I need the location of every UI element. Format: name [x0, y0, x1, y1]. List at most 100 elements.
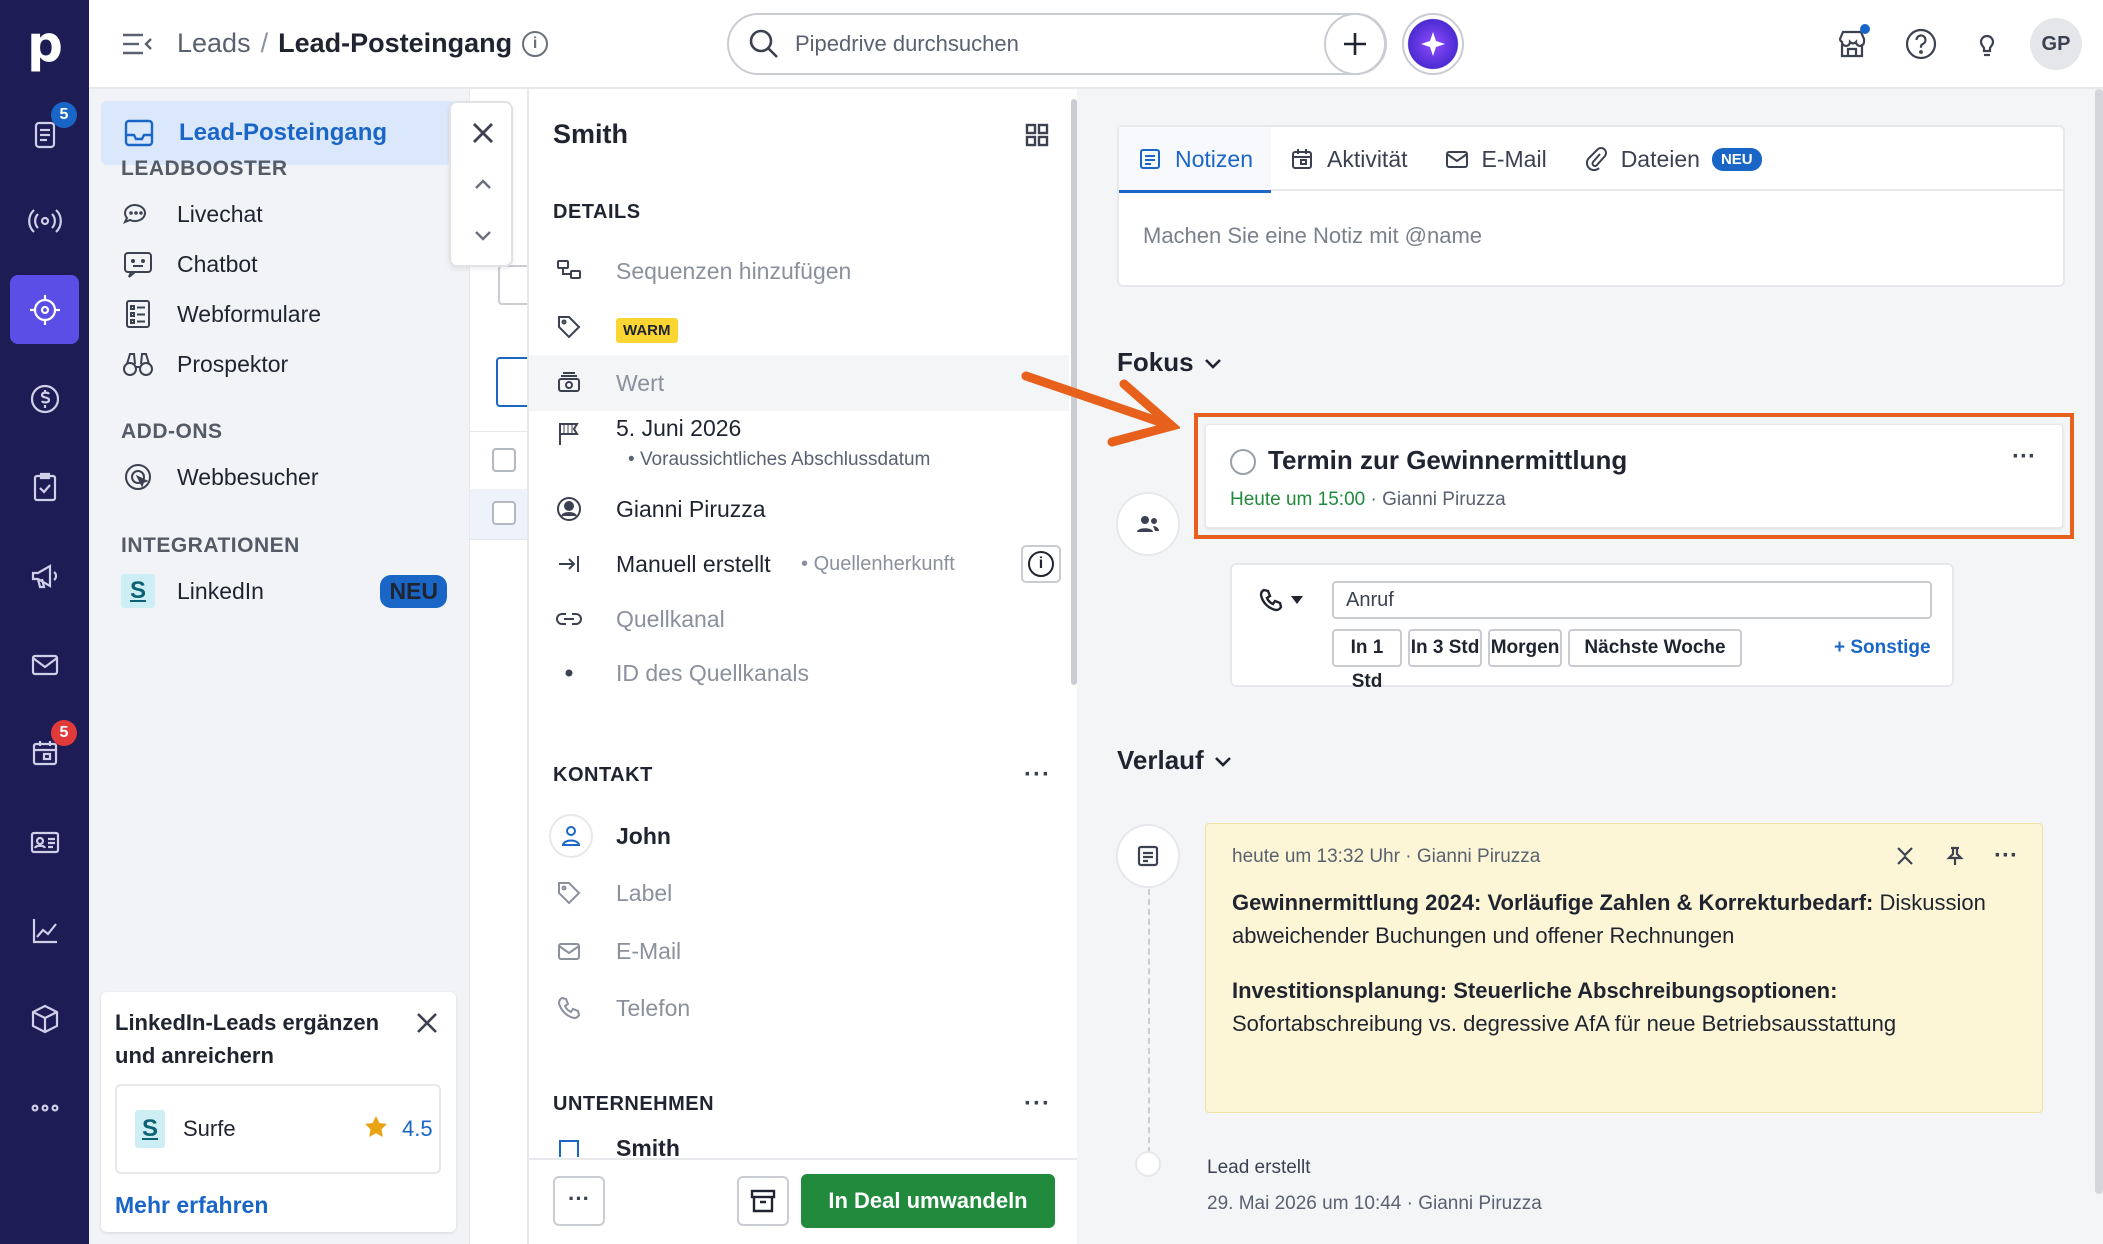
main-scrollbar[interactable] [2095, 89, 2103, 1194]
search-input[interactable] [795, 31, 1355, 57]
history-heading[interactable]: Verlauf [1117, 745, 1234, 776]
tips-button[interactable] [1965, 22, 2009, 66]
tab-email[interactable]: E-Mail [1426, 127, 1565, 191]
company-row[interactable]: Smith [529, 1139, 1069, 1157]
sidebar-item-label: LinkedIn [177, 577, 264, 604]
sequences-row[interactable]: Sequenzen hinzufügen [529, 243, 1069, 299]
tab-notes[interactable]: Notizen [1119, 127, 1271, 193]
quick-add-button[interactable] [1324, 13, 1386, 75]
contact-more-button[interactable]: ··· [1024, 761, 1051, 789]
section-integrations: INTEGRATIONEN [121, 534, 300, 557]
rail-campaigns[interactable] [10, 541, 79, 610]
schedule-next-week-button[interactable]: Nächste Woche [1568, 629, 1742, 667]
schedule-other-button[interactable]: + Sonstige [1834, 629, 1931, 667]
rail-mail[interactable] [10, 630, 79, 699]
global-search[interactable] [727, 13, 1387, 75]
sidebar-item-web-visitors[interactable]: Webbesucher [121, 457, 319, 497]
user-avatar[interactable]: GP [2030, 18, 2082, 70]
source-info-button[interactable]: i [1021, 545, 1061, 583]
sidebar-item-chatbot[interactable]: Chatbot [121, 244, 258, 284]
rail-more[interactable] [10, 1073, 79, 1142]
close-date-row[interactable]: 5. Juni 2026 • Voraussichtliches Abschlu… [529, 411, 1069, 481]
contact-phone-row[interactable]: Telefon [529, 980, 1069, 1036]
rail-tasks[interactable] [10, 452, 79, 521]
rail-leads-active[interactable] [10, 275, 79, 344]
tag-row[interactable]: WARM [529, 299, 1069, 355]
activity-title[interactable]: Termin zur Gewinnermittlung [1268, 445, 1627, 476]
chevron-up-icon[interactable] [471, 173, 495, 197]
archive-button[interactable] [737, 1176, 789, 1226]
activity-subject-input[interactable]: Anruf [1332, 581, 1932, 619]
rail-calendar[interactable]: 5 [10, 718, 79, 787]
row-checkbox[interactable] [492, 448, 516, 472]
ai-assistant-button[interactable] [1402, 13, 1464, 75]
chat-bubbles-icon [122, 204, 146, 224]
close-icon[interactable] [414, 1010, 440, 1036]
sidebar-item-prospector[interactable]: Prospektor [121, 344, 288, 384]
collapse-icon[interactable] [1894, 845, 1916, 867]
company-name[interactable]: Smith [616, 1139, 680, 1157]
history-note-card[interactable]: heute um 13:32 Uhr · Gianni Piruzza ··· … [1205, 823, 2043, 1113]
schedule-3h-button[interactable]: In 3 Std [1408, 629, 1482, 667]
sidebar-item-linkedin[interactable]: S LinkedIn NEU [121, 571, 447, 611]
rail-products[interactable] [10, 984, 79, 1053]
info-icon[interactable]: i [522, 30, 549, 57]
help-button[interactable] [1899, 22, 1943, 66]
pin-icon[interactable] [1944, 845, 1966, 867]
help-icon [1905, 28, 1937, 60]
breadcrumb-leads[interactable]: Leads [177, 28, 251, 59]
meta-separator: · [1370, 489, 1377, 510]
pipedrive-logo[interactable]: p [22, 18, 68, 70]
convert-to-deal-button[interactable]: In Deal umwandeln [801, 1174, 1055, 1228]
activity-type-dropdown[interactable] [1250, 581, 1316, 619]
sidebar-item-livechat[interactable]: Livechat [121, 194, 263, 234]
clipboard-check-icon [33, 472, 56, 501]
note-more-button[interactable]: ··· [1994, 842, 2018, 870]
source-channel-row[interactable]: Quellkanal [529, 591, 1069, 647]
focus-activity-card[interactable]: Termin zur Gewinnermittlung Heute um 15:… [1205, 424, 2063, 528]
calendar-icon [1291, 149, 1312, 169]
warm-tag: WARM [616, 317, 678, 343]
owner-row[interactable]: Gianni Piruzza [529, 481, 1069, 537]
close-icon[interactable] [469, 119, 497, 147]
source-channel-id-row[interactable]: ID des Quellkanals [529, 645, 1069, 701]
more-actions-button[interactable]: ··· [553, 1176, 605, 1226]
value-row[interactable]: Wert [529, 355, 1069, 411]
note-avatar [1116, 824, 1180, 888]
contact-card-icon [30, 831, 59, 853]
rail-broadcast[interactable] [10, 186, 79, 255]
chevron-down-icon[interactable] [471, 223, 495, 247]
rail-insights[interactable] [10, 896, 79, 965]
rail-contacts[interactable] [10, 807, 79, 876]
contact-email-row[interactable]: E-Mail [529, 923, 1069, 979]
company-more-button[interactable]: ··· [1024, 1090, 1051, 1118]
note-input-placeholder[interactable]: Machen Sie eine Notiz mit @name [1143, 223, 1482, 249]
contact-name[interactable]: John [616, 823, 671, 850]
note-icon [1137, 845, 1159, 867]
activity-more-button[interactable]: ··· [2012, 443, 2036, 471]
promo-title: LinkedIn-Leads ergänzen und anreichern [115, 1010, 380, 1068]
rail-leads-docs[interactable]: 5 [10, 100, 79, 169]
linkedin-promo-card: LinkedIn-Leads ergänzen und anreichern S… [101, 992, 456, 1232]
sidebar-item-webforms[interactable]: Webformulare [121, 294, 321, 334]
source-origin-row[interactable]: Manuell erstellt • Quellenherkunft i [529, 536, 1069, 592]
rail-deals[interactable] [10, 364, 79, 433]
promo-app-card[interactable]: S Surfe 4.5 [115, 1084, 441, 1174]
activity-done-checkbox[interactable] [1230, 449, 1256, 475]
mail-icon [558, 943, 580, 960]
source-origin-label: • Quellenherkunft [801, 552, 955, 575]
tab-activity[interactable]: Aktivität [1271, 127, 1426, 191]
contact-name-row[interactable]: John [529, 808, 1069, 864]
marketplace-button[interactable] [1830, 22, 1874, 66]
layout-grid-icon[interactable] [1023, 121, 1051, 149]
schedule-tomorrow-button[interactable]: Morgen [1488, 629, 1562, 667]
row-checkbox[interactable] [492, 501, 516, 525]
contact-label-row[interactable]: Label [529, 865, 1069, 921]
sidebar-item-lead-inbox[interactable]: Lead-Posteingang [101, 101, 456, 165]
add-sequences-link[interactable]: Sequenzen hinzufügen [616, 258, 851, 285]
learn-more-link[interactable]: Mehr erfahren [115, 1192, 268, 1219]
schedule-1h-button[interactable]: In 1 Std [1332, 629, 1402, 692]
collapse-menu-icon[interactable] [121, 30, 153, 58]
plus-icon [1344, 33, 1366, 55]
tab-files[interactable]: Dateien NEU [1565, 127, 1780, 191]
